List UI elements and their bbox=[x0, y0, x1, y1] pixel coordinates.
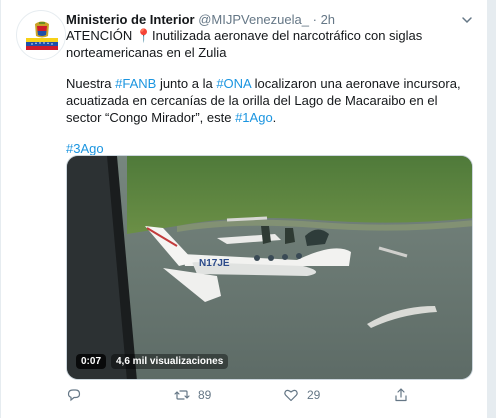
retweet-count: 89 bbox=[198, 388, 212, 402]
hashtag-1ago[interactable]: #1Ago bbox=[235, 110, 273, 125]
video-duration: 0:07 bbox=[76, 354, 107, 369]
heart-icon bbox=[284, 389, 298, 402]
author-name[interactable]: Ministerio de Interior bbox=[66, 12, 195, 27]
venezuela-coat-of-arms-logo bbox=[18, 12, 65, 59]
reply-button[interactable] bbox=[66, 384, 90, 406]
tweet-card[interactable]: Ministerio de Interior @MIJPVenezuela_ ·… bbox=[0, 0, 488, 418]
video-views: 4,6 mil visualizaciones bbox=[111, 354, 229, 369]
avatar[interactable] bbox=[16, 10, 66, 60]
share-button[interactable] bbox=[393, 384, 409, 406]
tweet-header: Ministerio de Interior @MIJPVenezuela_ ·… bbox=[66, 12, 335, 28]
author-handle[interactable]: @MIJPVenezuela_ bbox=[198, 12, 309, 27]
separator-dot: · bbox=[312, 12, 317, 27]
hashtag-ona[interactable]: #ONA bbox=[216, 76, 251, 91]
body-text: . bbox=[272, 110, 277, 125]
chevron-down-icon[interactable] bbox=[459, 12, 475, 28]
hashtag-3ago[interactable]: #3Ago bbox=[66, 141, 104, 156]
tweet-body: Nuestra #FANB junto a la #ONA localizaro… bbox=[66, 75, 466, 126]
reply-icon bbox=[67, 389, 81, 402]
plane-registration: N17JE bbox=[199, 258, 230, 269]
tweet-text: ATENCIÓN 📍Inutilizada aeronave del narco… bbox=[66, 27, 466, 157]
retweet-icon bbox=[174, 390, 190, 400]
like-button[interactable]: 29 bbox=[283, 384, 320, 406]
tweet-time[interactable]: 2h bbox=[321, 12, 335, 27]
tweet-actions: 89 29 bbox=[66, 384, 476, 406]
share-icon bbox=[395, 388, 407, 402]
video-frame: N17JE bbox=[67, 156, 472, 379]
retweet-button[interactable]: 89 bbox=[174, 384, 211, 406]
hashtag-fanb[interactable]: #FANB bbox=[115, 76, 156, 91]
body-text: Nuestra bbox=[66, 76, 116, 91]
like-count: 29 bbox=[307, 388, 321, 402]
body-text: junto a la bbox=[156, 76, 217, 91]
tweet-headline: ATENCIÓN 📍Inutilizada aeronave del narco… bbox=[66, 28, 423, 60]
video-player[interactable]: N17JE 0:07 4,6 mil visualizaciones bbox=[66, 155, 473, 380]
